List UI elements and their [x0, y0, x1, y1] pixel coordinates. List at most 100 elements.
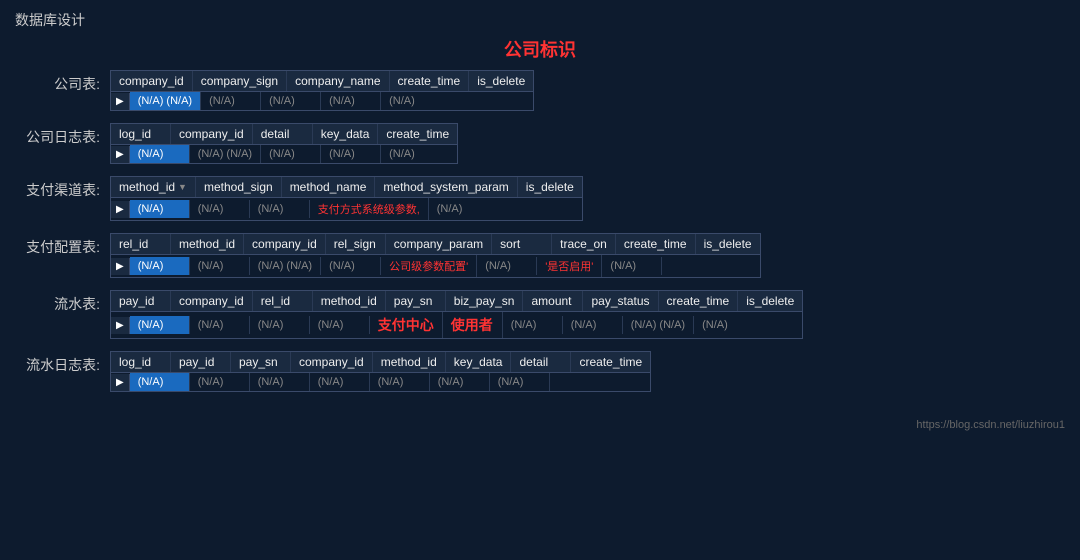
body-biz-pay-sn: 使用者	[443, 312, 503, 338]
col-pay-id2: pay_id	[171, 352, 231, 372]
flow-table-row: 流水表: pay_id company_id rel_id method_id …	[20, 290, 1060, 339]
body-amount: (N/A)	[503, 316, 563, 334]
payment-config-table: rel_id method_id company_id rel_sign com…	[110, 233, 761, 278]
flow-log-header: log_id pay_id pay_sn company_id method_i…	[111, 352, 650, 373]
body-method-id: (N/A)	[130, 200, 190, 218]
payment-config-label: 支付配置表:	[20, 233, 110, 257]
col-biz-pay-sn: biz_pay_sn	[446, 291, 524, 311]
col-rel-sign: rel_sign	[326, 234, 386, 254]
col-pay-sn: pay_sn	[386, 291, 446, 311]
payment-channel-table: method_id ▼ method_sign method_name meth…	[110, 176, 583, 221]
col-is-delete4: is_delete	[738, 291, 802, 311]
col-pay-id: pay_id	[111, 291, 171, 311]
col-rel-id: rel_id	[111, 234, 171, 254]
body-create-time: (N/A)	[321, 92, 381, 110]
col-key-data2: key_data	[446, 352, 512, 372]
flow-table-header: pay_id company_id rel_id method_id pay_s…	[111, 291, 802, 312]
body-pay-status: (N/A)	[563, 316, 623, 334]
body-method-system-param: 支付方式系统级参数,	[310, 198, 429, 220]
col-sort: sort	[492, 234, 552, 254]
col-trace-on: trace_on	[552, 234, 616, 254]
flow-log-body: ▶ (N/A) (N/A) (N/A) (N/A) (N/A) (N/A) (N…	[111, 373, 650, 391]
col-create-time5: create_time	[571, 352, 650, 372]
flow-table: pay_id company_id rel_id method_id pay_s…	[110, 290, 803, 339]
body-rel-sign: (N/A)	[321, 257, 381, 275]
body-sort: (N/A)	[477, 257, 537, 275]
payment-config-table-row: 支付配置表: rel_id method_id company_id rel_s…	[20, 233, 1060, 278]
payment-channel-body: ▶ (N/A) (N/A) (N/A) 支付方式系统级参数, (N/A)	[111, 198, 582, 220]
col-company-id2: company_id	[171, 124, 253, 144]
body-company-id5: (N/A)	[310, 373, 370, 391]
col-company-id3: company_id	[244, 234, 326, 254]
flow-log-table-label: 流水日志表:	[20, 351, 110, 375]
col-method-name: method_name	[282, 177, 376, 197]
company-table-label: 公司表:	[20, 70, 110, 94]
body-log-id: (N/A)	[130, 145, 190, 163]
col-pay-sn2: pay_sn	[231, 352, 291, 372]
col-method-sign: method_sign	[196, 177, 282, 197]
row-arrow4: ▶	[111, 258, 130, 275]
col-company-param: company_param	[386, 234, 492, 254]
body-log-id2: (N/A)	[130, 373, 190, 391]
col-detail: detail	[253, 124, 313, 144]
body-company-id3: (N/A) (N/A)	[250, 257, 321, 275]
flow-table-label: 流水表:	[20, 290, 110, 314]
body-method-id3: (N/A)	[310, 316, 370, 334]
body-is-delete3	[662, 263, 722, 269]
body-create-time5	[550, 379, 610, 385]
body-pay-id: (N/A)	[130, 316, 190, 334]
company-log-table: log_id company_id detail key_data create…	[110, 123, 458, 164]
col-create-time2: create_time	[378, 124, 457, 144]
payment-channel-header: method_id ▼ method_sign method_name meth…	[111, 177, 582, 198]
col-create-time3: create_time	[616, 234, 696, 254]
body-trace-on: '是否启用'	[537, 255, 602, 277]
col-detail2: detail	[511, 352, 571, 372]
body-pay-sn2: (N/A)	[250, 373, 310, 391]
body-method-sign: (N/A)	[190, 200, 250, 218]
col-create-time: create_time	[390, 71, 470, 91]
col-pay-status: pay_status	[583, 291, 658, 311]
col-method-id: method_id ▼	[111, 177, 196, 197]
col-company-sign: company_sign	[193, 71, 287, 91]
col-company-id: company_id	[111, 71, 193, 91]
body-rel-id: (N/A)	[130, 257, 190, 275]
body-is-delete: (N/A)	[381, 92, 441, 110]
body-method-name: (N/A)	[250, 200, 310, 218]
col-log-id: log_id	[111, 124, 171, 144]
body-create-time2: (N/A)	[381, 145, 441, 163]
row-arrow5: ▶	[111, 317, 130, 334]
col-company-id4: company_id	[171, 291, 253, 311]
company-log-header: log_id company_id detail key_data create…	[111, 124, 457, 145]
body-company-name: (N/A)	[261, 92, 321, 110]
body-company-param: 公司级参数配置'	[381, 255, 477, 277]
flow-log-table-row: 流水日志表: log_id pay_id pay_sn company_id m…	[20, 351, 1060, 392]
company-table-row: 公司表: company_id company_sign company_nam…	[20, 70, 1060, 111]
payment-config-header: rel_id method_id company_id rel_sign com…	[111, 234, 760, 255]
body-create-time4: (N/A) (N/A)	[623, 316, 694, 334]
col-log-id2: log_id	[111, 352, 171, 372]
row-arrow2: ▶	[111, 146, 130, 163]
body-is-delete4: (N/A)	[694, 316, 754, 334]
body-company-id: (N/A) (N/A)	[130, 92, 201, 110]
center-label: 公司标识	[0, 36, 1080, 62]
sort-arrow-icon: ▼	[178, 182, 187, 192]
content-area: 公司表: company_id company_sign company_nam…	[0, 70, 1080, 414]
watermark: https://blog.csdn.net/liuzhirou1	[0, 414, 1080, 436]
col-amount: amount	[523, 291, 583, 311]
row-arrow6: ▶	[111, 374, 130, 391]
company-table-body: ▶ (N/A) (N/A) (N/A) (N/A) (N/A) (N/A)	[111, 92, 533, 110]
flow-log-table: log_id pay_id pay_sn company_id method_i…	[110, 351, 651, 392]
body-method-id4: (N/A)	[370, 373, 430, 391]
col-is-delete3: is_delete	[696, 234, 760, 254]
body-company-id2: (N/A) (N/A)	[190, 145, 261, 163]
col-is-delete: is_delete	[469, 71, 533, 91]
body-method-id2: (N/A)	[190, 257, 250, 275]
body-rel-id2: (N/A)	[250, 316, 310, 334]
company-table-header: company_id company_sign company_name cre…	[111, 71, 533, 92]
body-company-id4: (N/A)	[190, 316, 250, 334]
body-detail: (N/A)	[261, 145, 321, 163]
body-key-data2: (N/A)	[430, 373, 490, 391]
col-rel-id2: rel_id	[253, 291, 313, 311]
row-arrow3: ▶	[111, 201, 130, 218]
col-company-name: company_name	[287, 71, 389, 91]
